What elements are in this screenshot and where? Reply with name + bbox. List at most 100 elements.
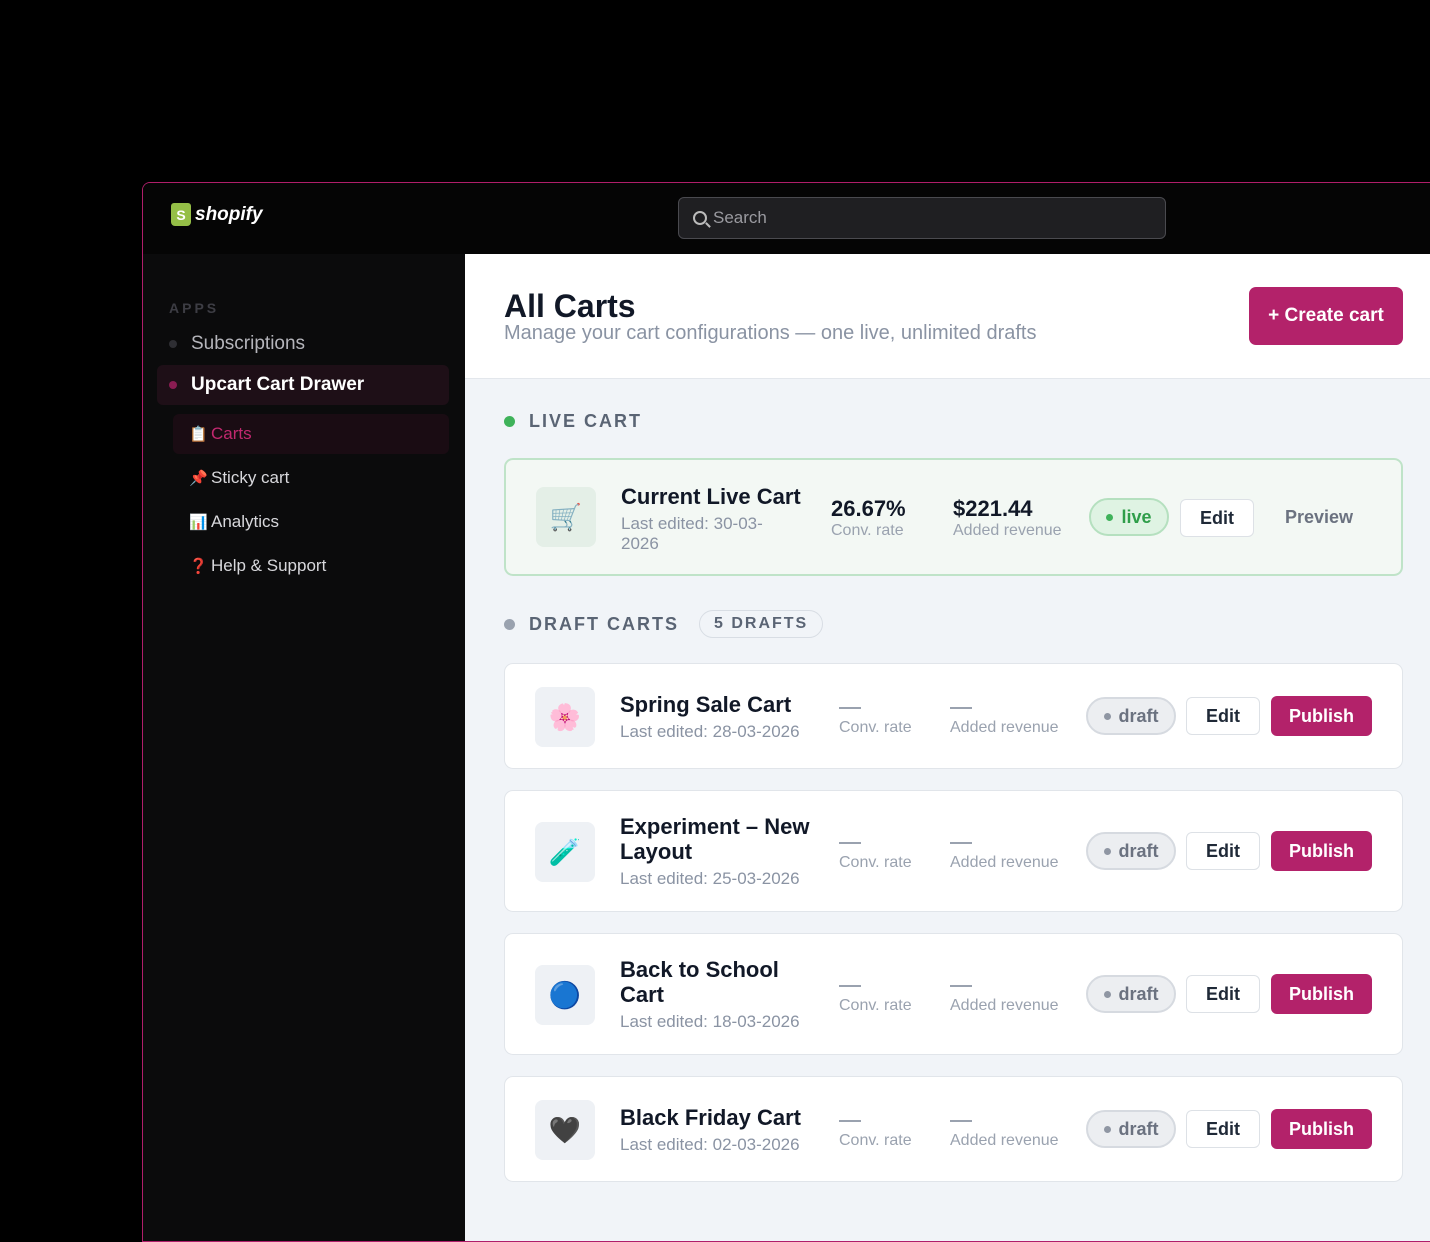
- draft-cart-card: 🌸 Spring Sale Cart Last edited: 28-03-20…: [504, 663, 1403, 769]
- cart-thumb: 🛒: [536, 487, 596, 547]
- publish-button[interactable]: Publish: [1271, 1109, 1372, 1149]
- empty-dash: [839, 842, 861, 844]
- cart-last-edited: Last edited: 18-03-2026: [620, 1012, 800, 1031]
- edit-button[interactable]: Edit: [1186, 975, 1260, 1013]
- section-label-text: DRAFT CARTS: [529, 613, 679, 634]
- black-heart-icon: 🖤: [548, 1114, 582, 1145]
- publish-button[interactable]: Publish: [1271, 696, 1372, 736]
- live-dot-icon: [504, 416, 515, 427]
- status-dot-icon: [1106, 513, 1114, 521]
- empty-dash: [950, 707, 972, 709]
- cart-last-edited: Last edited: 28-03-2026: [620, 722, 800, 741]
- conv-rate-metric: 26.67% Conv. rate: [831, 496, 906, 540]
- conv-rate-value: 26.67%: [831, 496, 906, 521]
- sidebar-subitem-label: Sticky cart: [211, 468, 290, 487]
- status-badge: draft: [1086, 1110, 1176, 1148]
- draft-cart-card: 🖤 Black Friday Cart Last edited: 02-03-2…: [504, 1076, 1403, 1182]
- sidebar-item-label: Subscriptions: [191, 333, 306, 354]
- status-text: live: [1121, 506, 1152, 527]
- preview-button[interactable]: Preview: [1285, 507, 1353, 528]
- draft-cart-card: 🧪 Experiment – New Layout Last edited: 2…: [504, 790, 1403, 912]
- cart-name: Current Live Cart: [621, 484, 801, 509]
- top-bar: S shopify Search: [143, 183, 1430, 254]
- shopify-bag-icon: S: [171, 203, 191, 226]
- cart-thumb: 🔵: [535, 965, 595, 1025]
- draft-carts-section-label: DRAFT CARTS 5 DRAFTS: [504, 610, 824, 638]
- cart-name: Experiment – New Layout: [620, 814, 810, 864]
- shopping-cart-icon: 🛒: [549, 501, 583, 532]
- sidebar-subitem-carts[interactable]: 📋 Carts: [173, 414, 449, 454]
- live-cart-section-label: LIVE CART: [504, 411, 642, 432]
- revenue-label: Added revenue: [953, 522, 1062, 539]
- status-badge: live: [1089, 498, 1169, 536]
- edit-button[interactable]: Edit: [1186, 832, 1260, 870]
- conv-rate-metric: Conv. rate: [839, 985, 912, 1015]
- sidebar-item-upcart[interactable]: Upcart Cart Drawer: [157, 365, 449, 405]
- conv-rate-label: Conv. rate: [839, 1132, 912, 1149]
- cart-thumb: 🖤: [535, 1100, 595, 1160]
- cherry-blossom-icon: 🌸: [548, 701, 582, 732]
- revenue-label: Added revenue: [950, 719, 1059, 736]
- sidebar-subitem-sticky-cart[interactable]: 📌 Sticky cart: [173, 458, 449, 498]
- edit-button[interactable]: Edit: [1186, 697, 1260, 735]
- cart-thumb: 🧪: [535, 822, 595, 882]
- conv-rate-label: Conv. rate: [831, 522, 904, 539]
- search-icon: [693, 211, 707, 225]
- status-dot-icon: [1103, 990, 1111, 998]
- cart-last-edited: Last edited: 30-03-2026: [621, 514, 763, 553]
- page-subtitle: Manage your cart configurations — one li…: [504, 322, 1037, 344]
- empty-dash: [839, 707, 861, 709]
- app-window: S shopify Search APPS Subscriptions Upca…: [142, 182, 1430, 1242]
- app-dot-icon: [169, 381, 177, 389]
- sidebar-item-label: Upcart Cart Drawer: [191, 374, 365, 395]
- create-cart-button[interactable]: + Create cart: [1249, 287, 1403, 345]
- empty-dash: [839, 985, 861, 987]
- status-badge: draft: [1086, 832, 1176, 870]
- revenue-metric: Added revenue: [950, 842, 1059, 872]
- conv-rate-label: Conv. rate: [839, 719, 912, 736]
- cart-name: Black Friday Cart: [620, 1105, 801, 1130]
- cart-last-edited: Last edited: 02-03-2026: [620, 1135, 800, 1154]
- status-dot-icon: [1103, 712, 1111, 720]
- search-input[interactable]: Search: [678, 197, 1166, 239]
- sidebar-subitem-analytics[interactable]: 📊 Analytics: [173, 502, 449, 542]
- draft-dot-icon: [504, 618, 515, 630]
- empty-dash: [950, 1120, 972, 1122]
- sidebar-subitem-label: Analytics: [211, 512, 280, 531]
- cart-last-edited: Last edited: 25-03-2026: [620, 869, 800, 888]
- test-tube-icon: 🧪: [548, 836, 582, 867]
- conv-rate-label: Conv. rate: [839, 854, 912, 871]
- question-icon: ❓: [189, 558, 208, 575]
- revenue-label: Added revenue: [950, 1132, 1059, 1149]
- conv-rate-label: Conv. rate: [839, 997, 912, 1014]
- status-badge: draft: [1086, 697, 1176, 735]
- app-dot-icon: [169, 340, 177, 348]
- edit-button[interactable]: Edit: [1180, 499, 1254, 537]
- search-placeholder: Search: [713, 208, 767, 227]
- edit-button[interactable]: Edit: [1186, 1110, 1260, 1148]
- cart-thumb: 🌸: [535, 687, 595, 747]
- conv-rate-metric: Conv. rate: [839, 1120, 912, 1150]
- sidebar-subitem-label: Help & Support: [211, 556, 327, 575]
- status-badge: draft: [1086, 975, 1176, 1013]
- empty-dash: [950, 842, 972, 844]
- status-text: draft: [1118, 1118, 1159, 1139]
- bar-chart-icon: 📊: [189, 514, 208, 531]
- brand-name: shopify: [195, 203, 263, 225]
- publish-button[interactable]: Publish: [1271, 831, 1372, 871]
- revenue-metric: Added revenue: [950, 1120, 1059, 1150]
- revenue-label: Added revenue: [950, 997, 1059, 1014]
- drafts-count-badge: 5 DRAFTS: [699, 610, 824, 638]
- sidebar-item-subscriptions[interactable]: Subscriptions: [157, 324, 449, 364]
- revenue-value: $221.44: [953, 496, 1033, 521]
- shopify-logo[interactable]: S shopify: [171, 203, 263, 226]
- blue-circle-icon: 🔵: [548, 979, 582, 1010]
- cart-name: Back to School Cart: [620, 957, 779, 1007]
- sidebar-subitem-help[interactable]: ❓ Help & Support: [173, 546, 449, 586]
- conv-rate-metric: Conv. rate: [839, 707, 912, 737]
- status-text: draft: [1118, 983, 1159, 1004]
- status-dot-icon: [1103, 847, 1111, 855]
- publish-button[interactable]: Publish: [1271, 974, 1372, 1014]
- revenue-metric: Added revenue: [950, 985, 1059, 1015]
- status-text: draft: [1118, 840, 1159, 861]
